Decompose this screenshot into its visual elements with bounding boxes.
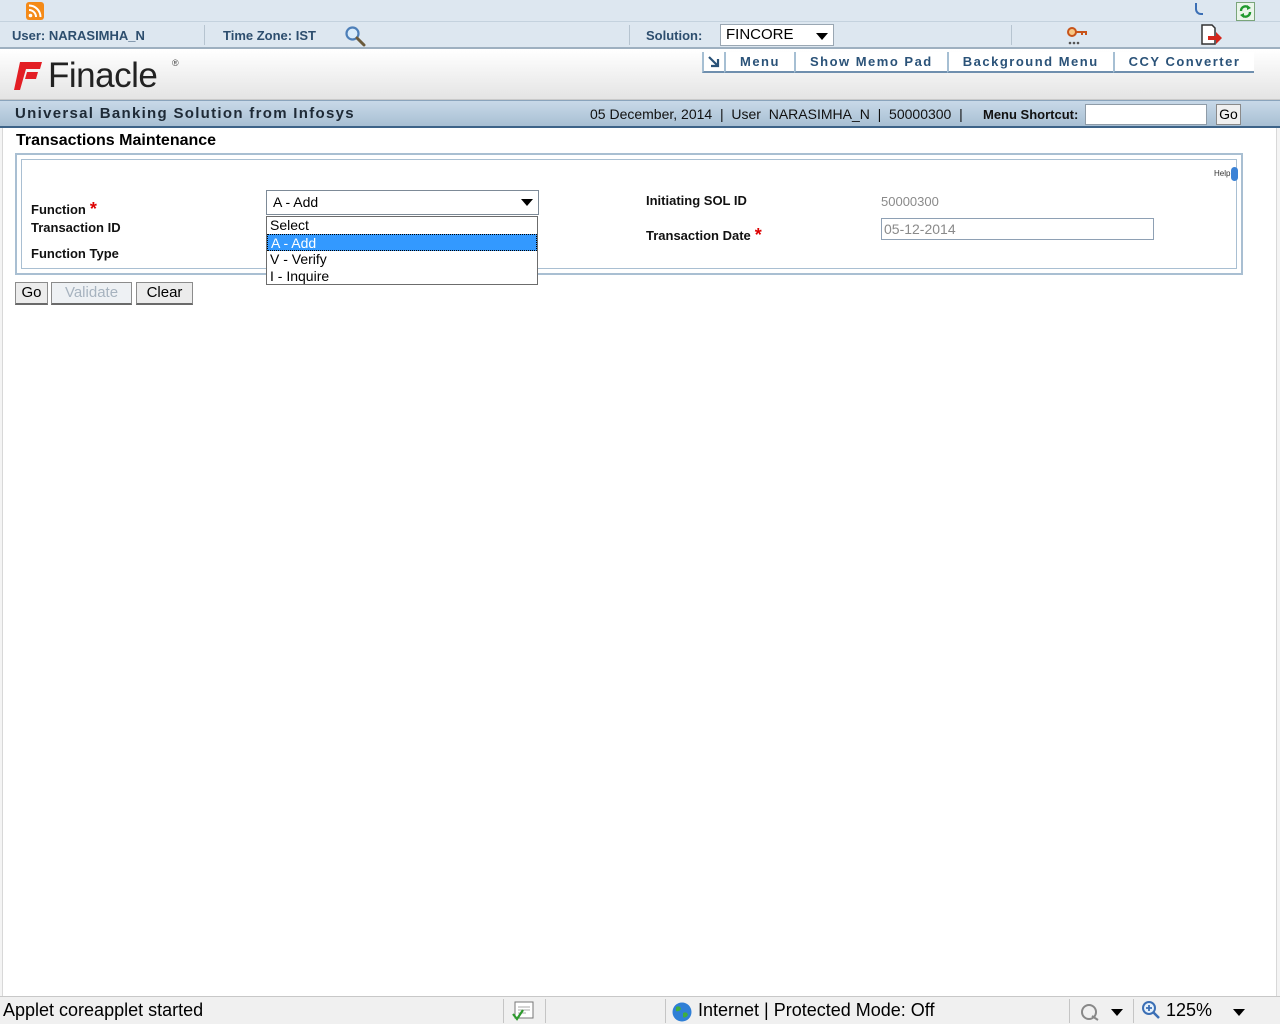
- chevron-down-icon: [521, 199, 533, 206]
- protected-mode-icon[interactable]: [1078, 1002, 1102, 1022]
- finacle-logo-mark: [14, 62, 42, 90]
- top-strip: [0, 0, 1280, 22]
- top-menu: Menu Show Memo Pad Background Menu CCY C…: [702, 52, 1255, 73]
- function-option-select[interactable]: Select: [267, 217, 537, 234]
- function-type-label: Function Type: [31, 246, 119, 261]
- clear-button[interactable]: Clear: [136, 282, 193, 305]
- divider: [204, 25, 205, 45]
- divider: [665, 999, 666, 1023]
- zoom-icon[interactable]: [1141, 1000, 1161, 1020]
- tagline: Universal Banking Solution from Infosys: [15, 105, 355, 122]
- left-frame-edge: [0, 128, 3, 996]
- menu-link[interactable]: Menu: [724, 52, 794, 73]
- logout-icon[interactable]: [1199, 24, 1223, 46]
- user-label: User: NARASIMHA_N: [12, 28, 145, 43]
- form-inner-border: [21, 159, 1237, 269]
- ccy-converter-link[interactable]: CCY Converter: [1112, 52, 1255, 73]
- solution-value: FINCORE: [726, 26, 794, 43]
- function-option-inquire[interactable]: I - Inquire: [267, 268, 537, 285]
- chevron-down-icon: [816, 33, 828, 40]
- session-info: 05 December, 2014 | User NARASIMHA_N | 5…: [590, 106, 963, 122]
- menu-shortcut-input[interactable]: [1085, 104, 1207, 125]
- expand-arrow-icon[interactable]: [702, 52, 724, 73]
- logo-registered-mark: ®: [172, 58, 179, 68]
- divider: [1011, 25, 1012, 45]
- transaction-date-field[interactable]: 05-12-2014: [881, 218, 1154, 240]
- globe-icon: [671, 1001, 693, 1023]
- help-link[interactable]: Help: [1214, 167, 1239, 181]
- required-marker: *: [754, 225, 762, 245]
- transaction-id-label: Transaction ID: [31, 220, 121, 235]
- search-icon[interactable]: [344, 25, 366, 47]
- solution-label: Solution:: [646, 28, 703, 43]
- page-loaded-icon: [512, 1001, 536, 1021]
- form-panel: [15, 153, 1243, 275]
- go-button[interactable]: Go: [15, 282, 48, 305]
- transaction-date-label: Transaction Date *: [646, 224, 762, 245]
- status-text: Applet coreapplet started: [3, 1000, 204, 1020]
- transaction-date-label-text: Transaction Date: [646, 228, 751, 243]
- status-bar: Applet coreapplet started Internet | Pro…: [0, 996, 1280, 1024]
- divider: [503, 999, 504, 1023]
- divider: [545, 999, 546, 1023]
- function-dropdown-list: Select A - Add V - Verify I - Inquire: [266, 216, 538, 285]
- initiating-sol-label: Initiating SOL ID: [646, 193, 747, 208]
- function-select-value: A - Add: [273, 194, 319, 210]
- function-label: Function *: [31, 198, 97, 219]
- title-bar: Universal Banking Solution from Infosys …: [0, 100, 1280, 128]
- validate-button[interactable]: Validate: [51, 282, 132, 305]
- security-zone-text: Internet | Protected Mode: Off: [698, 1000, 935, 1020]
- help-icon: [1231, 167, 1239, 181]
- page-title: Transactions Maintenance: [16, 132, 217, 149]
- user-bar: User: NARASIMHA_N Time Zone: IST Solutio…: [0, 22, 1280, 49]
- initiating-sol-value: 50000300: [881, 194, 939, 209]
- help-label: Help: [1214, 169, 1231, 179]
- refresh-icon[interactable]: [1236, 2, 1255, 21]
- chevron-down-icon[interactable]: [1233, 1009, 1245, 1016]
- timezone-label: Time Zone: IST: [223, 28, 316, 43]
- app-header: Finacle ® Menu Show Memo Pad Background …: [0, 50, 1280, 100]
- background-menu-link[interactable]: Background Menu: [946, 52, 1113, 73]
- function-select[interactable]: A - Add: [266, 190, 539, 215]
- function-option-add[interactable]: A - Add: [267, 234, 537, 251]
- loading-icon: [1195, 3, 1203, 15]
- key-icon[interactable]: [1066, 26, 1088, 46]
- required-marker: *: [89, 199, 97, 219]
- divider: [1133, 999, 1134, 1023]
- solution-select[interactable]: FINCORE: [720, 24, 834, 46]
- divider: [1069, 999, 1070, 1023]
- rss-icon[interactable]: [26, 2, 44, 20]
- show-memo-pad-link[interactable]: Show Memo Pad: [793, 52, 947, 73]
- chevron-down-icon[interactable]: [1111, 1009, 1123, 1016]
- zoom-level: 125%: [1166, 1000, 1213, 1020]
- function-label-text: Function: [31, 202, 86, 217]
- menu-shortcut-go-button[interactable]: Go: [1216, 104, 1241, 125]
- right-frame-edge: [1276, 128, 1280, 996]
- logo-text: Finacle: [48, 56, 158, 95]
- menu-shortcut-label: Menu Shortcut:: [983, 107, 1079, 122]
- divider: [629, 25, 630, 45]
- function-option-verify[interactable]: V - Verify: [267, 251, 537, 268]
